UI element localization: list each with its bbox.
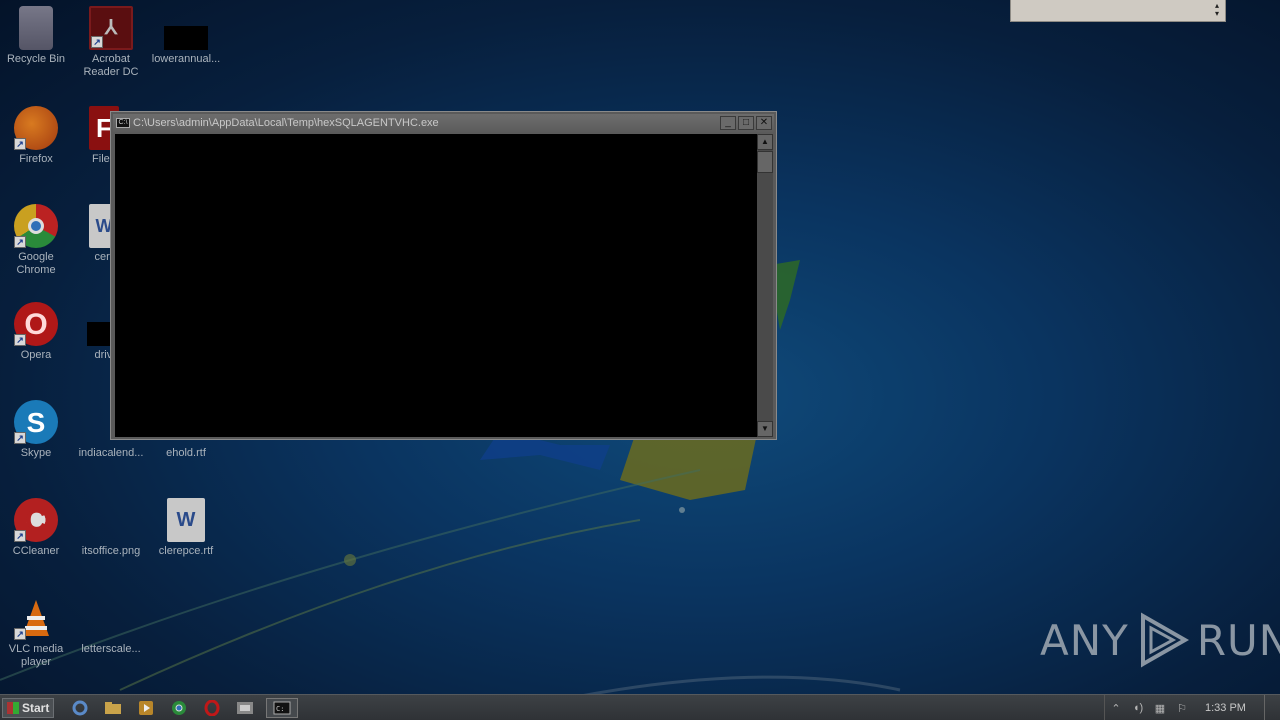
show-hidden-icons-icon[interactable]: ⌃	[1105, 702, 1127, 715]
desktop-icon-lowerannual[interactable]: lowerannual...	[148, 6, 224, 66]
desktop-icon-label: Google Chrome	[16, 251, 56, 276]
desktop-icon-firefox[interactable]: ↗ Firefox	[0, 106, 74, 166]
scroll-down-icon[interactable]: ▼	[757, 421, 773, 437]
explorer-icon[interactable]	[99, 698, 127, 718]
scroll-up-icon[interactable]: ▲	[757, 134, 773, 150]
anyrun-watermark: ANY RUN	[1040, 608, 1280, 672]
desktop-icon-label: ehold.rtf	[166, 447, 206, 459]
desktop-icon-label: VLC media player	[8, 643, 64, 668]
file-icon	[87, 322, 111, 346]
taskbar: Start C: ⌃ ◖) ▦ ⚐ 1:33 PM	[0, 694, 1280, 720]
ie-icon[interactable]	[66, 698, 94, 718]
desktop-icon-letterscale[interactable]: letterscale...	[73, 596, 149, 656]
media-player-icon[interactable]	[132, 698, 160, 718]
desktop-icon-label: Skype	[20, 447, 52, 459]
desktop-icon-label: letterscale...	[81, 643, 141, 655]
console-title: C:\Users\admin\AppData\Local\Temp\hexSQL…	[133, 117, 439, 129]
word-doc-icon: W	[167, 498, 205, 542]
desktop-icon-label: indiacalend...	[78, 447, 144, 459]
acrobat-icon: ⅄ ↗	[89, 6, 133, 50]
desktop-icon-label: Opera	[20, 349, 52, 361]
watermark-left-text: ANY	[1040, 615, 1129, 665]
windows-logo-icon	[7, 702, 19, 714]
desktop-icon-label: lowerannual...	[151, 53, 221, 65]
console-output-area[interactable]	[115, 134, 757, 437]
desktop-icon-ccleaner[interactable]: C ↗ CCleaner	[0, 498, 74, 558]
minimize-button[interactable]: _	[720, 116, 736, 130]
action-center-flag-icon[interactable]: ⚐	[1171, 702, 1193, 715]
desktop-icon-itsoffice[interactable]: itsoffice.png	[73, 498, 149, 558]
floating-spin-box[interactable]: ▴ ▾	[1010, 0, 1226, 22]
start-button[interactable]: Start	[2, 698, 54, 718]
watermark-right-text: RUN	[1196, 615, 1280, 665]
desktop-icon-label: itsoffice.png	[81, 545, 141, 557]
opera-icon: O ↗	[14, 302, 58, 346]
maximize-button[interactable]: □	[738, 116, 754, 130]
recycle-bin-icon	[19, 6, 53, 50]
scroll-thumb[interactable]	[757, 151, 773, 173]
desktop-icon-label: Firefox	[19, 153, 53, 165]
start-label: Start	[22, 701, 50, 715]
skype-icon: S ↗	[14, 400, 58, 444]
desktop-icon-label: clerepce.rtf	[158, 545, 214, 557]
desktop-icon-label: Recycle Bin	[6, 53, 66, 65]
desktop-icon-vlc[interactable]: ↗ VLC media player	[0, 596, 74, 669]
spin-arrows-icon[interactable]: ▴ ▾	[1215, 2, 1219, 18]
desktop-icon-chrome[interactable]: ↗ Google Chrome	[0, 204, 74, 277]
chrome-taskbar-icon[interactable]	[165, 698, 193, 718]
play-logo-icon	[1140, 612, 1189, 668]
vlc-icon: ↗	[14, 596, 58, 640]
svg-text:C:: C:	[276, 705, 284, 713]
system-tray: ⌃ ◖) ▦ ⚐ 1:33 PM	[1104, 695, 1280, 720]
desktop-icon-label: Acrobat Reader DC	[83, 53, 139, 78]
show-desktop-button[interactable]	[1264, 695, 1280, 720]
ccleaner-icon: C ↗	[14, 498, 58, 542]
opera-taskbar-icon[interactable]	[198, 698, 226, 718]
clock[interactable]: 1:33 PM	[1205, 702, 1246, 714]
volume-icon[interactable]: ◖)	[1127, 702, 1149, 714]
firefox-icon: ↗	[14, 106, 58, 150]
image-icon	[89, 498, 133, 542]
console-taskbar-icon[interactable]: C:	[266, 698, 298, 718]
desktop-icon-clerepce[interactable]: W clerepce.rtf	[148, 498, 224, 558]
desktop-icon-skype[interactable]: S ↗ Skype	[0, 400, 74, 460]
console-titlebar[interactable]: C:\ C:\Users\admin\AppData\Local\Temp\he…	[113, 114, 774, 132]
desktop-icon-acrobat[interactable]: ⅄ ↗ Acrobat Reader DC	[73, 6, 149, 79]
chrome-icon: ↗	[14, 204, 58, 248]
network-icon[interactable]: ▦	[1149, 702, 1171, 715]
app-taskbar-icon[interactable]	[231, 698, 259, 718]
console-icon: C:\	[116, 118, 130, 128]
desktop-icon-label: CCleaner	[12, 545, 60, 557]
desktop-icon-recycle-bin[interactable]: Recycle Bin	[0, 6, 74, 66]
desktop-icon-opera[interactable]: O ↗ Opera	[0, 302, 74, 362]
file-icon	[164, 26, 208, 50]
console-window[interactable]: C:\ C:\Users\admin\AppData\Local\Temp\he…	[110, 111, 777, 440]
file-icon	[89, 596, 133, 640]
close-button[interactable]: ✕	[756, 116, 772, 130]
console-scrollbar[interactable]: ▲ ▼	[757, 134, 773, 437]
